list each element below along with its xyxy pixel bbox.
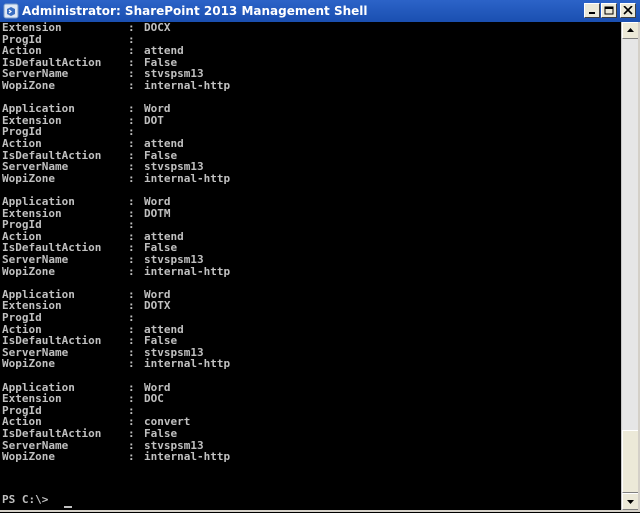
property-separator: : — [128, 311, 135, 324]
property-value: attend — [144, 137, 184, 150]
property-separator: : — [128, 427, 135, 440]
property-value: DOT — [144, 113, 164, 127]
minimize-icon — [589, 12, 595, 14]
property-separator: : — [128, 79, 135, 92]
property-separator: : — [128, 22, 135, 34]
scroll-up-button[interactable] — [622, 22, 639, 39]
property-name: WopiZone — [2, 79, 55, 92]
property-value: DOCX — [144, 22, 171, 34]
property-separator: : — [128, 171, 135, 185]
scroll-down-button[interactable] — [622, 493, 639, 510]
property-value: DOTM — [144, 206, 171, 220]
console-output[interactable]: Extension: DOCX ProgId: Action: attend IsDefa… — [2, 22, 620, 510]
property-name: WopiZone — [2, 264, 55, 278]
powershell-window: Administrator: SharePoint 2013 Managemen… — [0, 0, 640, 512]
property-name: Extension — [2, 22, 62, 34]
maximize-button[interactable] — [601, 3, 617, 18]
command-prompt[interactable]: PS C:\> — [2, 494, 48, 506]
property-value: internal-http — [144, 79, 231, 92]
window-title: Administrator: SharePoint 2013 Managemen… — [22, 4, 368, 18]
property-value: Word — [144, 195, 171, 208]
property-name: WopiZone — [2, 450, 55, 464]
close-icon — [623, 6, 633, 15]
text-cursor — [64, 506, 72, 508]
powershell-icon[interactable] — [3, 3, 19, 19]
property-name: ServerName — [2, 253, 69, 266]
property-name: WopiZone — [2, 357, 55, 371]
title-bar[interactable]: Administrator: SharePoint 2013 Managemen… — [0, 0, 640, 22]
close-button[interactable] — [620, 3, 636, 18]
property-separator: : — [128, 195, 135, 208]
property-separator: : — [128, 357, 135, 371]
property-name: ProgId — [2, 311, 42, 324]
property-separator: : — [128, 253, 135, 266]
property-name: Action — [2, 137, 42, 150]
property-value: DOTX — [144, 299, 171, 313]
property-value: internal-http — [144, 171, 231, 185]
property-separator: : — [128, 264, 135, 278]
property-separator: : — [128, 137, 135, 150]
property-name: WopiZone — [2, 171, 55, 185]
property-value: internal-http — [144, 357, 231, 371]
property-name: Application — [2, 195, 75, 208]
maximize-icon — [604, 6, 614, 15]
property-value: internal-http — [144, 450, 231, 464]
minimize-button[interactable] — [584, 3, 600, 18]
arrow-down-icon — [627, 500, 634, 504]
property-separator: : — [128, 450, 135, 464]
property-value: DOC — [144, 392, 164, 406]
property-value: False — [144, 427, 178, 440]
vertical-scrollbar[interactable] — [621, 22, 639, 510]
property-value: stvspsm13 — [144, 253, 204, 266]
property-value: internal-http — [144, 264, 231, 278]
property-name: IsDefaultAction — [2, 427, 102, 440]
arrow-up-icon — [627, 28, 634, 32]
scroll-thumb[interactable] — [622, 430, 639, 493]
